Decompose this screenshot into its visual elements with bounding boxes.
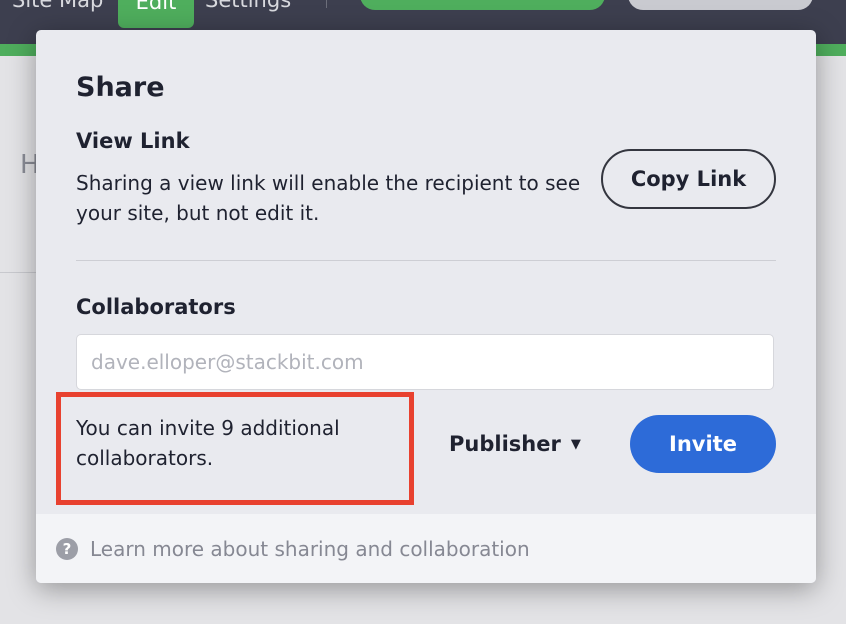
- invite-limit-note: You can invite 9 additional collaborator…: [76, 416, 340, 470]
- collaborator-email-input[interactable]: [76, 334, 774, 390]
- view-link-description: Sharing a view link will enable the reci…: [76, 171, 581, 225]
- caret-down-icon: ▼: [570, 437, 581, 452]
- nav-site-map[interactable]: Site Map: [12, 0, 103, 14]
- nav-divider: [326, 0, 327, 8]
- view-link-heading: View Link: [76, 129, 190, 153]
- share-button[interactable]: [628, 0, 813, 10]
- popover-title: Share: [76, 72, 165, 103]
- invite-button[interactable]: Invite: [630, 415, 776, 473]
- nav-edit[interactable]: Edit: [118, 0, 194, 28]
- role-dropdown-value: Publisher: [449, 432, 561, 456]
- help-icon: ?: [56, 538, 78, 560]
- publish-button[interactable]: [360, 0, 605, 10]
- nav-settings[interactable]: Settings: [205, 0, 291, 14]
- collaborators-heading: Collaborators: [76, 295, 236, 319]
- background-divider: [0, 272, 40, 273]
- section-divider: [76, 260, 776, 261]
- copy-link-button[interactable]: Copy Link: [601, 149, 776, 209]
- popover-caret: [742, 44, 772, 60]
- popover-footer: ? Learn more about sharing and collabora…: [36, 514, 816, 583]
- role-dropdown[interactable]: Publisher ▼: [449, 426, 581, 463]
- help-link[interactable]: Learn more about sharing and collaborati…: [90, 535, 530, 563]
- share-popover: Share View Link Sharing a view link will…: [36, 30, 816, 583]
